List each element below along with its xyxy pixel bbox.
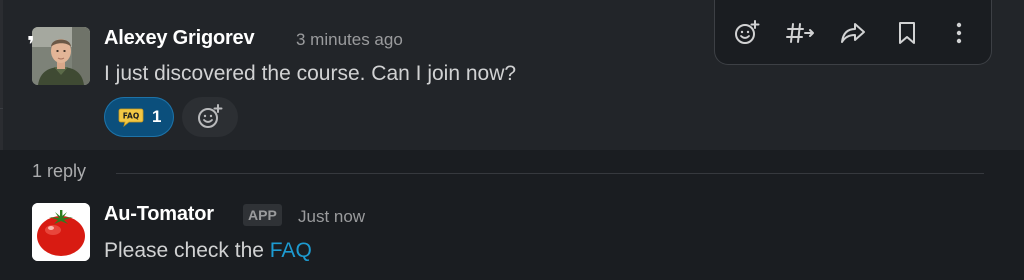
share-arrow-icon: [841, 23, 865, 43]
add-emoji-icon: [735, 20, 760, 44]
add-reaction-button[interactable]: [182, 97, 238, 137]
faq-reaction-pill[interactable]: FAQ 1: [104, 97, 174, 137]
faq-badge-label: FAQ: [123, 111, 139, 120]
faq-link[interactable]: FAQ: [270, 239, 312, 262]
toolbar-more-actions-button[interactable]: [942, 16, 976, 50]
reply-text-prefix: Please check the: [104, 239, 270, 262]
reply-author-name[interactable]: Au-Tomator: [104, 203, 214, 226]
toolbar-add-reaction-button[interactable]: [730, 16, 764, 50]
tomato-icon: [32, 203, 90, 261]
user-photo-icon: [32, 27, 90, 85]
reply-message-text: Please check the FAQ: [104, 239, 312, 263]
slack-thread-view: ❜ Alexey Grigorev 3 minutes ago I just d…: [0, 0, 1024, 280]
reply-divider: [116, 173, 984, 174]
hash-arrow-icon: [786, 23, 814, 43]
add-emoji-icon: [198, 104, 223, 128]
message-actions-toolbar: [714, 0, 992, 65]
reply-count-label: 1 reply: [32, 161, 87, 181]
vertical-ellipsis-icon: [956, 22, 962, 44]
toolbar-share-button[interactable]: [836, 16, 870, 50]
bookmark-icon: [899, 22, 915, 44]
parent-timestamp[interactable]: 3 minutes ago: [296, 30, 403, 50]
parent-author-name[interactable]: Alexey Grigorev: [104, 27, 255, 50]
parent-message-text: I just discovered the course. Can I join…: [104, 62, 517, 85]
app-avatar[interactable]: [32, 203, 90, 261]
reaction-count: 1: [152, 107, 162, 126]
app-badge: APP: [243, 204, 282, 226]
toolbar-save-button[interactable]: [890, 16, 924, 50]
faq-speech-bubble-icon: FAQ: [118, 108, 144, 127]
reply-timestamp[interactable]: Just now: [298, 207, 365, 227]
quote-mark-glyph: ❜: [27, 32, 35, 57]
user-avatar[interactable]: [32, 27, 90, 85]
toolbar-reply-in-thread-button[interactable]: [784, 16, 818, 50]
